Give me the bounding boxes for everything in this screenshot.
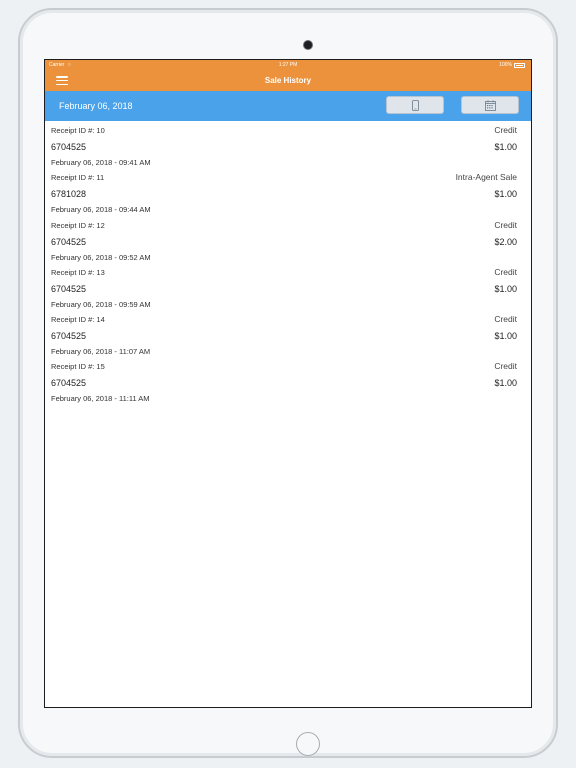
receipt-id: Receipt ID #: 14 bbox=[51, 315, 105, 325]
phone-icon bbox=[411, 99, 419, 111]
account-number: 6704525 bbox=[51, 331, 87, 342]
selected-date: February 06, 2018 bbox=[59, 101, 133, 111]
battery-percent: 100% bbox=[499, 62, 512, 68]
calendar-icon bbox=[484, 99, 496, 111]
list-item[interactable]: Receipt ID #: 11 Intra-Agent Sale 678102… bbox=[45, 168, 531, 215]
account-number: 6704525 bbox=[51, 142, 87, 152]
transaction-type: Credit bbox=[494, 266, 517, 277]
receipt-id: Receipt ID #: 10 bbox=[51, 126, 105, 135]
amount: $1.00 bbox=[494, 331, 517, 342]
transaction-type: Intra-Agent Sale bbox=[455, 172, 517, 183]
receipt-id: Receipt ID #: 13 bbox=[51, 267, 105, 277]
list-item[interactable]: Receipt ID #: 12 Credit 6704525 $2.00 Fe… bbox=[45, 216, 531, 263]
list-item[interactable]: Receipt ID #: 13 Credit 6704525 $1.00 Fe… bbox=[45, 263, 531, 310]
receipt-id: Receipt ID #: 15 bbox=[51, 362, 105, 372]
page-title: Sale History bbox=[264, 76, 312, 85]
front-camera bbox=[304, 41, 312, 49]
nav-header: Carrier ○ 1:27 PM 100% Sale History bbox=[45, 60, 531, 91]
receipt-id: Receipt ID #: 12 bbox=[51, 220, 105, 230]
timestamp: February 06, 2018 - 09:59 AM bbox=[51, 299, 151, 309]
timestamp: February 06, 2018 - 11:11 AM bbox=[51, 394, 150, 404]
home-button[interactable] bbox=[296, 732, 320, 756]
list-item[interactable]: Receipt ID #: 10 Credit 6704525 $1.00 Fe… bbox=[45, 121, 531, 168]
status-bar: Carrier ○ 1:27 PM 100% bbox=[45, 60, 531, 69]
list-item[interactable]: Receipt ID #: 15 Credit 6704525 $1.00 Fe… bbox=[45, 357, 531, 404]
battery-indicator: 100% bbox=[499, 62, 525, 68]
phone-filter-button[interactable] bbox=[386, 96, 444, 114]
amount: $1.00 bbox=[494, 142, 517, 152]
receipt-id: Receipt ID #: 11 bbox=[51, 173, 105, 183]
amount: $1.00 bbox=[494, 378, 517, 389]
amount: $1.00 bbox=[494, 189, 517, 200]
date-bar: February 06, 2018 bbox=[45, 91, 531, 121]
list-item[interactable]: Receipt ID #: 14 Credit 6704525 $1.00 Fe… bbox=[45, 310, 531, 357]
account-number: 6704525 bbox=[51, 378, 87, 389]
account-number: 6704525 bbox=[51, 236, 87, 247]
amount: $1.00 bbox=[494, 283, 517, 294]
transaction-type: Credit bbox=[494, 361, 517, 372]
status-time: 1:27 PM bbox=[278, 62, 298, 68]
account-number: 6704525 bbox=[51, 283, 87, 294]
timestamp: February 06, 2018 - 11:07 AM bbox=[51, 347, 151, 357]
receipt-list: Receipt ID #: 10 Credit 6704525 $1.00 Fe… bbox=[45, 121, 531, 405]
account-number: 6781028 bbox=[51, 189, 87, 200]
calendar-button[interactable] bbox=[461, 96, 519, 114]
timestamp: February 06, 2018 - 09:44 AM bbox=[51, 205, 151, 215]
transaction-type: Credit bbox=[494, 219, 517, 230]
timestamp: February 06, 2018 - 09:52 AM bbox=[51, 252, 151, 262]
transaction-type: Credit bbox=[494, 125, 517, 135]
app-screen: Carrier ○ 1:27 PM 100% Sale History Febr… bbox=[44, 59, 532, 708]
battery-icon bbox=[514, 62, 525, 68]
timestamp: February 06, 2018 - 09:41 AM bbox=[51, 158, 151, 167]
transaction-type: Credit bbox=[494, 314, 517, 325]
amount: $2.00 bbox=[494, 236, 517, 247]
